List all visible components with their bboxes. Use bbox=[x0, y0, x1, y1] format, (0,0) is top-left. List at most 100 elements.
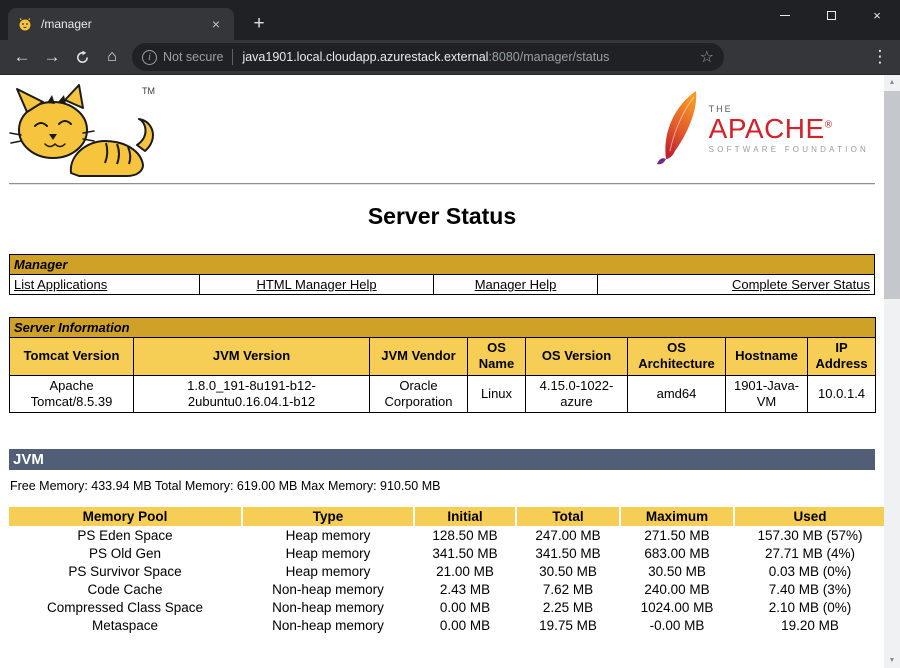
memory-cell: 128.50 MB bbox=[415, 527, 515, 544]
memory-cell: Non-heap memory bbox=[243, 617, 413, 634]
browser-titlebar: /manager × + × bbox=[0, 0, 900, 40]
memory-header-row: Memory PoolTypeInitialTotalMaximumUsed bbox=[9, 507, 884, 526]
manager-link-cell: Complete Server Status bbox=[598, 275, 875, 295]
home-button[interactable]: ⌂ bbox=[98, 43, 126, 71]
server-info-header: OS Architecture bbox=[628, 338, 726, 376]
memory-cell: Compressed Class Space bbox=[9, 599, 241, 616]
memory-cell: 1024.00 MB bbox=[621, 599, 733, 616]
memory-cell: 341.50 MB bbox=[517, 545, 619, 562]
memory-cell: Non-heap memory bbox=[243, 581, 413, 598]
memory-cell: 2.10 MB (0%) bbox=[735, 599, 884, 616]
info-icon[interactable]: i bbox=[142, 50, 157, 65]
browser-navbar: ← → ⌂ i Not secure java1901.local.clouda… bbox=[0, 40, 900, 75]
reload-button[interactable] bbox=[68, 43, 96, 71]
memory-row: PS Eden SpaceHeap memory128.50 MB247.00 … bbox=[9, 527, 884, 544]
memory-cell: PS Eden Space bbox=[9, 527, 241, 544]
memory-cell: Heap memory bbox=[243, 527, 413, 544]
memory-header: Total bbox=[517, 507, 619, 526]
new-tab-button[interactable]: + bbox=[246, 11, 272, 37]
minimize-icon bbox=[780, 15, 790, 16]
jvm-section-header: JVM bbox=[9, 449, 875, 470]
spacer bbox=[9, 295, 875, 317]
memory-cell: PS Survivor Space bbox=[9, 563, 241, 580]
page-title: Server Status bbox=[9, 203, 875, 230]
manager-link-list-applications[interactable]: List Applications bbox=[14, 277, 107, 292]
server-info-value: Oracle Corporation bbox=[370, 375, 468, 413]
memory-cell: 2.43 MB bbox=[415, 581, 515, 598]
memory-header: Maximum bbox=[621, 507, 733, 526]
security-label[interactable]: Not secure bbox=[163, 50, 223, 64]
memory-cell: 683.00 MB bbox=[621, 545, 733, 562]
page-scrollbar[interactable]: ▲ ▼ bbox=[884, 75, 900, 668]
memory-cell: 247.00 MB bbox=[517, 527, 619, 544]
scroll-down-icon[interactable]: ▼ bbox=[884, 653, 900, 668]
memory-row: PS Old GenHeap memory341.50 MB341.50 MB6… bbox=[9, 545, 884, 562]
memory-cell: 19.75 MB bbox=[517, 617, 619, 634]
page-content: TM bbox=[0, 75, 884, 668]
server-info-value: Apache Tomcat/8.5.39 bbox=[10, 375, 134, 413]
server-info-header: IP Address bbox=[808, 338, 876, 376]
window-minimize-button[interactable] bbox=[762, 0, 808, 31]
back-icon: ← bbox=[14, 47, 31, 67]
memory-cell: 240.00 MB bbox=[621, 581, 733, 598]
memory-cell: 341.50 MB bbox=[415, 545, 515, 562]
memory-cell: Heap memory bbox=[243, 563, 413, 580]
omnibox-divider bbox=[232, 49, 233, 65]
manager-link-cell: Manager Help bbox=[433, 275, 597, 295]
header-divider bbox=[9, 183, 875, 185]
manager-link-cell: HTML Manager Help bbox=[200, 275, 434, 295]
logo-row: TM bbox=[9, 83, 875, 181]
bookmark-star-icon[interactable]: ☆ bbox=[700, 47, 714, 67]
window-close-button[interactable]: × bbox=[854, 0, 900, 31]
memory-row: Compressed Class SpaceNon-heap memory0.0… bbox=[9, 599, 884, 616]
memory-row: Code CacheNon-heap memory2.43 MB7.62 MB2… bbox=[9, 581, 884, 598]
scrollbar-thumb[interactable] bbox=[884, 91, 900, 299]
manager-link-manager-help[interactable]: Manager Help bbox=[475, 277, 557, 292]
browser-menu-icon[interactable]: ⋮ bbox=[867, 47, 893, 67]
tab-close-icon[interactable]: × bbox=[207, 15, 225, 33]
manager-link-complete-server-status[interactable]: Complete Server Status bbox=[732, 277, 870, 292]
server-info-header: Tomcat Version bbox=[10, 338, 134, 376]
server-info-value: amd64 bbox=[628, 375, 726, 413]
reload-icon bbox=[75, 50, 90, 65]
memory-header: Type bbox=[243, 507, 413, 526]
memory-row: PS Survivor SpaceHeap memory21.00 MB30.5… bbox=[9, 563, 884, 580]
forward-icon: → bbox=[44, 47, 61, 67]
memory-cell: Heap memory bbox=[243, 545, 413, 562]
memory-cell: Metaspace bbox=[9, 617, 241, 634]
memory-cell: 2.25 MB bbox=[517, 599, 619, 616]
memory-cell: 30.50 MB bbox=[621, 563, 733, 580]
server-info-value: 1901-Java-VM bbox=[726, 375, 808, 413]
manager-table-title: Manager bbox=[10, 255, 875, 275]
window-maximize-button[interactable] bbox=[808, 0, 854, 31]
server-info-header: JVM Version bbox=[134, 338, 370, 376]
server-info-header: OS Name bbox=[468, 338, 526, 376]
memory-cell: 30.50 MB bbox=[517, 563, 619, 580]
server-info-value: Linux bbox=[468, 375, 526, 413]
jvm-memory-summary: Free Memory: 433.94 MB Total Memory: 619… bbox=[10, 479, 875, 493]
memory-header: Initial bbox=[415, 507, 515, 526]
server-info-header: Hostname bbox=[726, 338, 808, 376]
memory-cell: 0.00 MB bbox=[415, 599, 515, 616]
browser-tab[interactable]: /manager × bbox=[8, 8, 234, 40]
server-info-title: Server Information bbox=[10, 318, 876, 338]
server-info-value: 4.15.0-1022-azure bbox=[526, 375, 628, 413]
apache-logo: THE APACHE® SOFTWARE FOUNDATION bbox=[656, 89, 869, 169]
apache-logo-foundation: SOFTWARE FOUNDATION bbox=[709, 145, 869, 154]
memory-cell: Code Cache bbox=[9, 581, 241, 598]
server-info-header: JVM Vendor bbox=[370, 338, 468, 376]
manager-link-html-manager-help[interactable]: HTML Manager Help bbox=[256, 277, 376, 292]
memory-cell: Non-heap memory bbox=[243, 599, 413, 616]
tomcat-favicon bbox=[17, 16, 33, 32]
registered-mark: ® bbox=[825, 119, 833, 130]
url-text[interactable]: java1901.local.cloudapp.azurestack.exter… bbox=[242, 50, 609, 64]
manager-links-row: List Applications HTML Manager Help Manage… bbox=[10, 275, 875, 295]
close-icon: × bbox=[873, 8, 881, 23]
back-button[interactable]: ← bbox=[8, 43, 36, 71]
forward-button[interactable]: → bbox=[38, 43, 66, 71]
scroll-up-icon[interactable]: ▲ bbox=[884, 75, 900, 90]
apache-logo-text: THE APACHE® SOFTWARE FOUNDATION bbox=[709, 104, 869, 154]
memory-table-body: PS Eden SpaceHeap memory128.50 MB247.00 … bbox=[9, 527, 884, 634]
url-bar[interactable]: i Not secure java1901.local.cloudapp.azu… bbox=[132, 43, 724, 71]
memory-cell: PS Old Gen bbox=[9, 545, 241, 562]
